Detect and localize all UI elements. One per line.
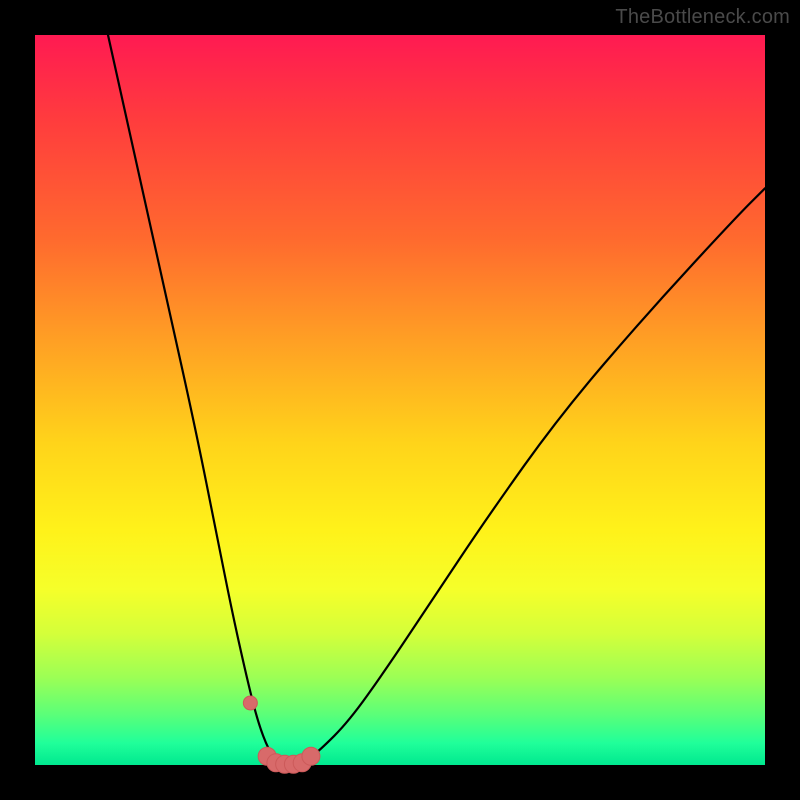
bottleneck-curve	[108, 35, 765, 765]
highlight-dots	[243, 696, 320, 773]
chart-svg	[35, 35, 765, 765]
highlight-dot	[302, 747, 320, 765]
chart-stage: TheBottleneck.com	[0, 0, 800, 800]
plot-area	[35, 35, 765, 765]
watermark-text: TheBottleneck.com	[615, 6, 790, 29]
highlight-dot	[243, 696, 257, 710]
